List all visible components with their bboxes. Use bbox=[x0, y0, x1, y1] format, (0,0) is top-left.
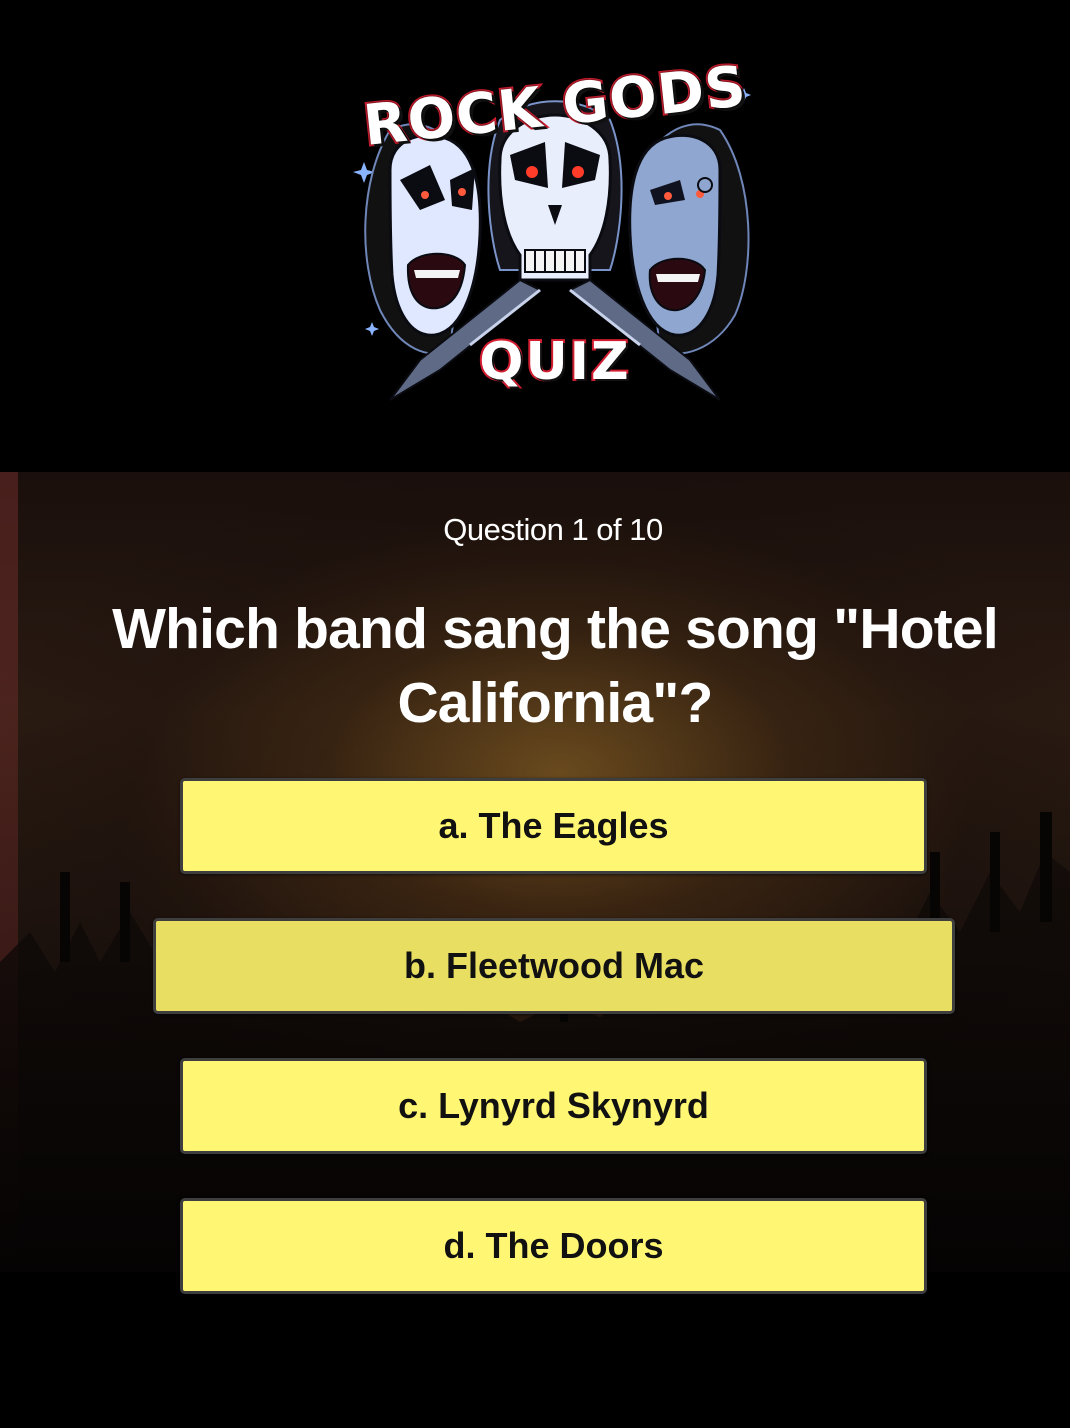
rock-gods-quiz-logo: ROCK GODS QUIZ bbox=[350, 52, 760, 412]
answer-label: d. The Doors bbox=[443, 1225, 664, 1266]
answer-option-d[interactable]: d. The Doors bbox=[180, 1198, 927, 1294]
quiz-page: ROCK GODS QUIZ Question 1 of 10 Which ba… bbox=[0, 0, 1070, 1428]
answer-label: c. Lynyrd Skynyrd bbox=[398, 1085, 709, 1126]
question-counter: Question 1 of 10 bbox=[443, 512, 663, 547]
answer-option-a[interactable]: a. The Eagles bbox=[180, 778, 927, 874]
answer-option-b[interactable]: b. Fleetwood Mac bbox=[153, 918, 955, 1014]
answer-option-c[interactable]: c. Lynyrd Skynyrd bbox=[180, 1058, 927, 1154]
answer-label: a. The Eagles bbox=[438, 805, 669, 846]
question-text: Which band sang the song "Hotel Californ… bbox=[112, 597, 999, 735]
answer-label: b. Fleetwood Mac bbox=[403, 945, 705, 986]
logo-subtitle: QUIZ bbox=[477, 330, 631, 394]
